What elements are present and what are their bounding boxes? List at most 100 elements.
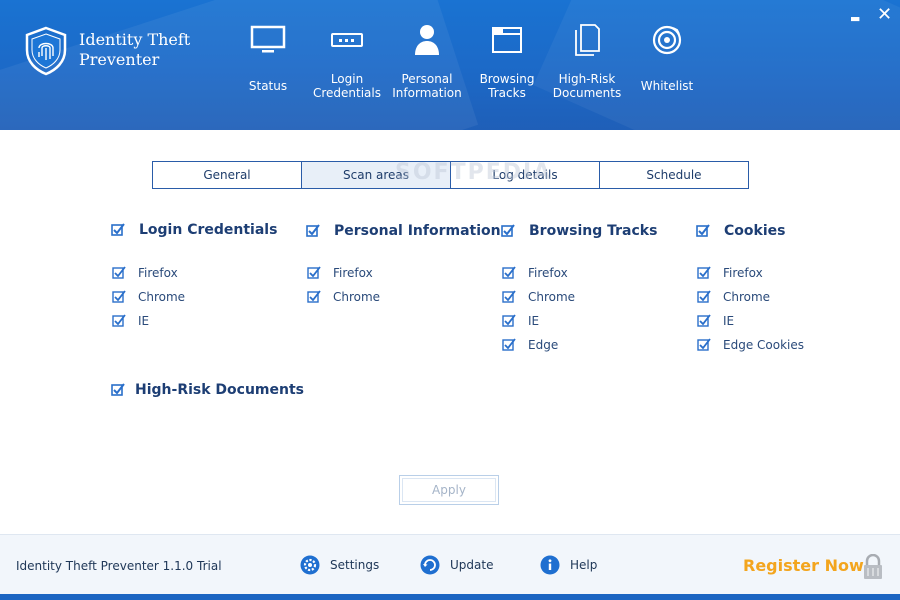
nav-highrisk-label-1: High-Risk xyxy=(558,72,616,86)
checkbox-checked-icon[interactable] xyxy=(502,290,516,304)
browser-window-icon xyxy=(492,27,522,53)
group-title-label: Cookies xyxy=(724,223,786,239)
person-icon xyxy=(415,25,439,55)
nav-login-label-2: Credentials xyxy=(312,86,381,100)
version-label: Identity Theft Preventer 1.1.0 Trial xyxy=(16,559,222,573)
group-high-risk-documents[interactable]: High-Risk Documents xyxy=(111,382,304,398)
checkbox-checked-icon[interactable] xyxy=(502,266,516,280)
item-label: Chrome xyxy=(138,290,186,304)
top-navigation: Status Login Credentials Personal Inform… xyxy=(0,0,900,130)
nav-highrisk-label: High-Risk Documents xyxy=(542,72,632,100)
checkbox-checked-icon[interactable] xyxy=(502,314,516,328)
monitor-icon xyxy=(250,25,286,53)
browsing-item-firefox[interactable]: Firefox xyxy=(502,266,568,280)
update-label: Update xyxy=(450,558,494,572)
item-label: Firefox xyxy=(528,266,568,280)
personal-item-chrome[interactable]: Chrome xyxy=(307,290,380,304)
cookies-item-ie[interactable]: IE xyxy=(697,314,734,328)
close-button[interactable]: ✕ xyxy=(877,6,892,24)
item-label: IE xyxy=(723,314,735,328)
group-title-label: Browsing Tracks xyxy=(529,223,658,239)
checkbox-checked-icon[interactable] xyxy=(112,314,126,328)
nav-login-credentials[interactable]: Login Credentials xyxy=(302,20,392,100)
group-title-label: Login Credentials xyxy=(139,222,278,238)
group-personal-information[interactable]: Personal Information xyxy=(306,223,501,239)
item-label: Chrome xyxy=(333,290,381,304)
checkbox-checked-icon[interactable] xyxy=(501,224,515,238)
login-item-chrome[interactable]: Chrome xyxy=(112,290,185,304)
documents-icon xyxy=(575,24,600,56)
settings-tabs: General Scan areas Log details Schedule xyxy=(152,161,749,189)
group-browsing-tracks[interactable]: Browsing Tracks xyxy=(501,223,657,239)
cookies-item-firefox[interactable]: Firefox xyxy=(697,266,763,280)
nav-personal-label: Personal Information xyxy=(382,72,472,100)
nav-login-label: Login Credentials xyxy=(302,72,392,100)
checkbox-checked-icon[interactable] xyxy=(111,383,125,397)
checkbox-checked-icon[interactable] xyxy=(696,224,710,238)
tab-schedule[interactable]: Schedule xyxy=(600,162,748,188)
nav-high-risk-documents[interactable]: High-Risk Documents xyxy=(542,20,632,100)
nav-browsing-label-1: Browsing xyxy=(479,72,535,86)
nav-personal-label-1: Personal xyxy=(401,72,453,86)
checkbox-checked-icon[interactable] xyxy=(306,224,320,238)
target-icon xyxy=(652,25,682,55)
register-now-button[interactable]: Register Now xyxy=(743,556,864,575)
personal-item-firefox[interactable]: Firefox xyxy=(307,266,373,280)
item-label: Edge xyxy=(528,338,559,352)
item-label: Edge Cookies xyxy=(723,338,804,352)
item-label: IE xyxy=(528,314,540,328)
item-label: Chrome xyxy=(723,290,771,304)
checkbox-checked-icon[interactable] xyxy=(111,223,125,237)
checkbox-checked-icon[interactable] xyxy=(697,314,711,328)
group-cookies[interactable]: Cookies xyxy=(696,223,785,239)
login-item-ie[interactable]: IE xyxy=(112,314,149,328)
item-label: Firefox xyxy=(138,266,178,280)
checkbox-checked-icon[interactable] xyxy=(697,338,711,352)
nav-whitelist[interactable]: Whitelist xyxy=(622,20,712,93)
tab-log-details[interactable]: Log details xyxy=(451,162,600,188)
apply-button[interactable]: Apply xyxy=(399,475,499,505)
refresh-icon xyxy=(420,555,440,575)
browsing-item-chrome[interactable]: Chrome xyxy=(502,290,575,304)
checkbox-checked-icon[interactable] xyxy=(112,266,126,280)
nav-whitelist-label: Whitelist xyxy=(640,79,694,93)
cookies-item-chrome[interactable]: Chrome xyxy=(697,290,770,304)
group-title-label: Personal Information xyxy=(334,223,501,239)
browsing-item-edge[interactable]: Edge xyxy=(502,338,558,352)
checkbox-checked-icon[interactable] xyxy=(307,290,321,304)
nav-personal-information[interactable]: Personal Information xyxy=(382,20,472,100)
checkbox-checked-icon[interactable] xyxy=(307,266,321,280)
item-label: Firefox xyxy=(333,266,373,280)
help-link[interactable]: Help xyxy=(540,555,597,575)
nav-browsing-label-2: Tracks xyxy=(488,86,526,100)
checkbox-checked-icon[interactable] xyxy=(697,266,711,280)
nav-status[interactable]: Status xyxy=(223,20,313,93)
password-field-icon xyxy=(331,33,363,47)
checkbox-checked-icon[interactable] xyxy=(697,290,711,304)
cookies-item-edge-cookies[interactable]: Edge Cookies xyxy=(697,338,804,352)
browsing-item-ie[interactable]: IE xyxy=(502,314,539,328)
settings-label: Settings xyxy=(330,558,380,572)
info-icon xyxy=(540,555,560,575)
item-label: IE xyxy=(138,314,150,328)
nav-status-label: Status xyxy=(248,79,288,93)
checkbox-checked-icon[interactable] xyxy=(112,290,126,304)
update-link[interactable]: Update xyxy=(420,555,493,575)
group-login-credentials[interactable]: Login Credentials xyxy=(111,222,277,238)
nav-browsing-label: Browsing Tracks xyxy=(462,72,552,100)
tab-scan-areas[interactable]: Scan areas xyxy=(302,162,451,188)
login-item-firefox[interactable]: Firefox xyxy=(112,266,178,280)
item-label: Firefox xyxy=(723,266,763,280)
nav-browsing-tracks[interactable]: Browsing Tracks xyxy=(462,20,552,100)
help-label: Help xyxy=(570,558,598,572)
minimize-button[interactable]: ▬ xyxy=(850,10,860,28)
item-label: Chrome xyxy=(528,290,576,304)
footer-accent-strip xyxy=(0,594,900,600)
settings-link[interactable]: Settings xyxy=(300,555,379,575)
lock-icon xyxy=(864,554,882,579)
checkbox-checked-icon[interactable] xyxy=(502,338,516,352)
nav-personal-label-2: Information xyxy=(392,86,462,100)
tab-general[interactable]: General xyxy=(153,162,302,188)
gear-icon xyxy=(300,555,320,575)
apply-button-inner-border xyxy=(402,478,496,502)
